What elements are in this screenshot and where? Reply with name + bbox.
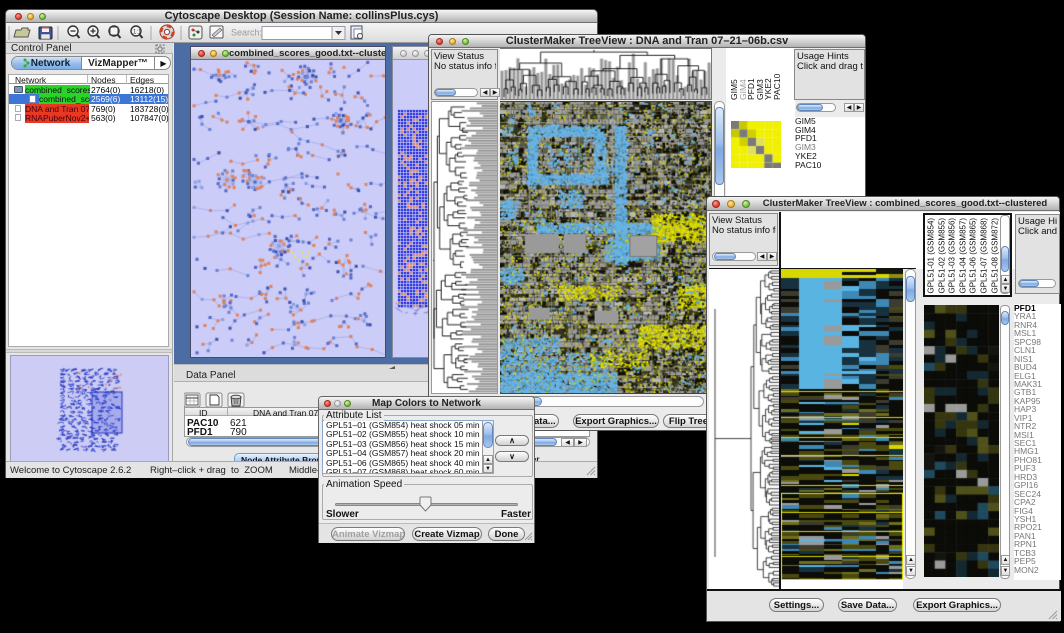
svg-text:1:1: 1:1 xyxy=(133,30,142,36)
svg-text:Search:: Search: xyxy=(231,28,262,38)
